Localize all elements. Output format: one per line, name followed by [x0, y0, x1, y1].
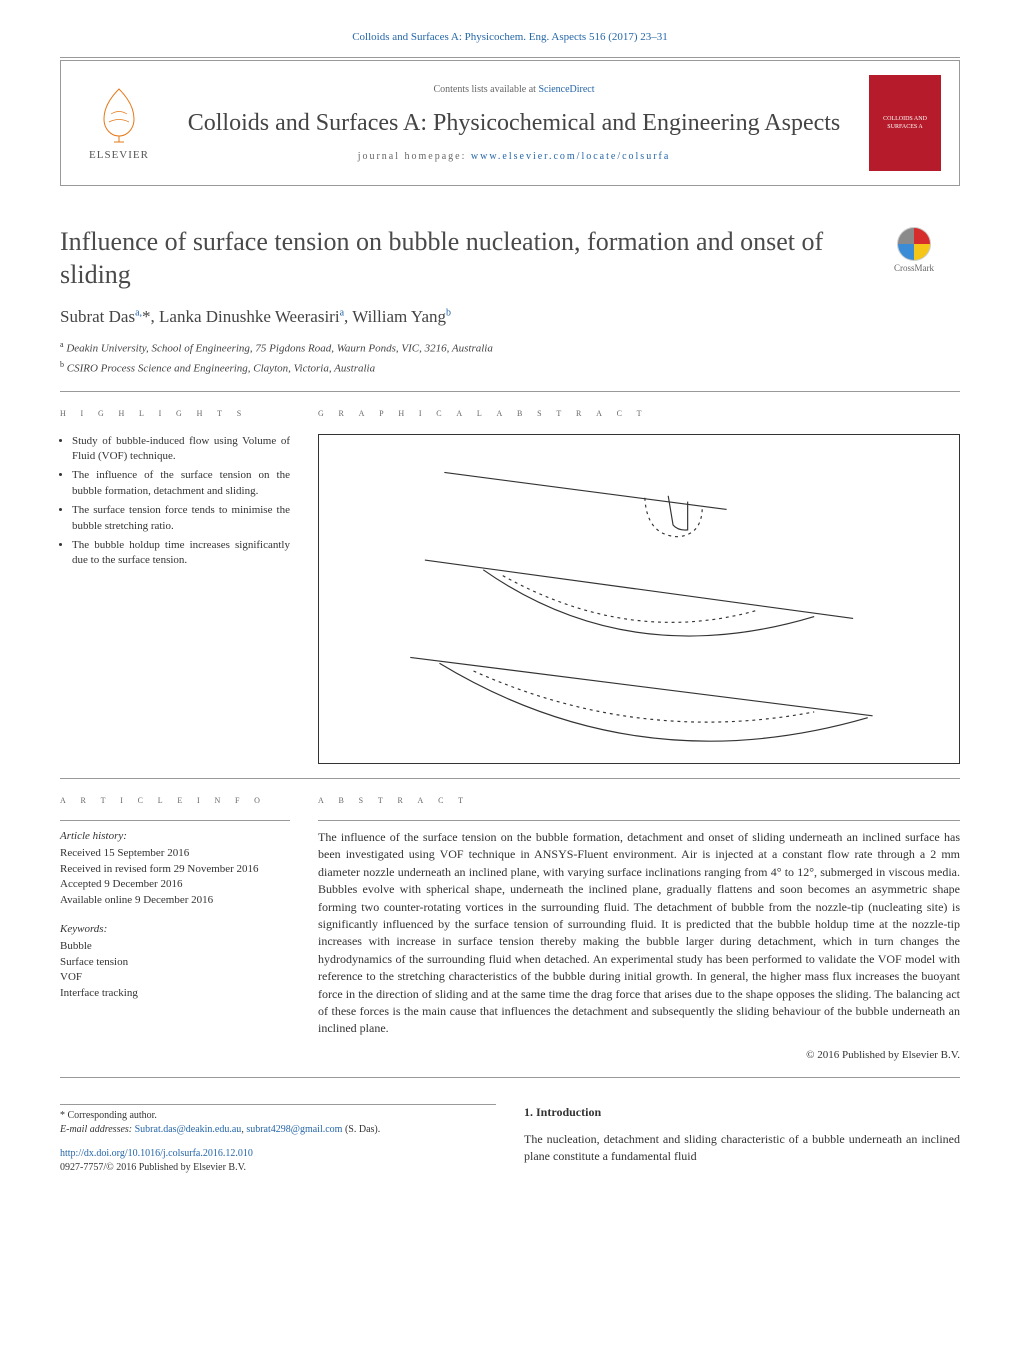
graphical-abstract-label: g r a p h i c a l a b s t r a c t: [318, 406, 960, 421]
issn-line: 0927-7757/© 2016 Published by Elsevier B…: [60, 1162, 246, 1173]
article-history: Article history: Received 15 September 2…: [60, 829, 290, 1001]
divider: [60, 1077, 960, 1078]
highlight-item: Study of bubble-induced flow using Volum…: [72, 434, 290, 465]
author-email-link-2[interactable]: subrat4298@gmail.com: [246, 1124, 342, 1135]
keyword: VOF: [60, 970, 290, 985]
corresponding-note: * Corresponding author.: [60, 1109, 496, 1123]
publisher-name: ELSEVIER: [89, 148, 149, 163]
abstract-label: a b s t r a c t: [318, 793, 960, 808]
highlight-item: The bubble holdup time increases signifi…: [72, 538, 290, 569]
doi-block: http://dx.doi.org/10.1016/j.colsurfa.201…: [60, 1147, 496, 1175]
contents-available: Contents lists available at ScienceDirec…: [175, 83, 853, 97]
journal-homepage: journal homepage: www.elsevier.com/locat…: [175, 150, 853, 164]
elsevier-logo: ELSEVIER: [79, 78, 159, 168]
divider: [60, 820, 290, 821]
elsevier-tree-icon: [89, 84, 149, 144]
intro-text: The nucleation, detachment and sliding c…: [524, 1131, 960, 1165]
crossmark-icon: [896, 226, 932, 262]
email-suffix: (S. Das).: [342, 1124, 380, 1135]
journal-header: ELSEVIER Contents lists available at Sci…: [60, 60, 960, 186]
author-email-link[interactable]: Subrat.das@deakin.edu.au: [135, 1124, 242, 1135]
top-rule: [60, 57, 960, 58]
doi-link[interactable]: http://dx.doi.org/10.1016/j.colsurfa.201…: [60, 1148, 253, 1159]
article-title: Influence of surface tension on bubble n…: [60, 226, 868, 291]
highlights-list: Study of bubble-induced flow using Volum…: [60, 434, 290, 569]
sciencedirect-link[interactable]: ScienceDirect: [538, 84, 594, 95]
highlights-label: h i g h l i g h t s: [60, 406, 290, 421]
homepage-link[interactable]: www.elsevier.com/locate/colsurfa: [471, 151, 670, 162]
author-list: Subrat Dasa,*, Lanka Dinushke Weerasiria…: [60, 305, 960, 329]
keyword: Surface tension: [60, 955, 290, 970]
received-date: Received 15 September 2016: [60, 846, 290, 861]
keyword: Bubble: [60, 939, 290, 954]
crossmark-badge[interactable]: CrossMark: [868, 226, 960, 275]
copyright: © 2016 Published by Elsevier B.V.: [318, 1048, 960, 1063]
corresponding-footer: * Corresponding author. E-mail addresses…: [60, 1104, 496, 1137]
homepage-prefix: journal homepage:: [358, 151, 471, 162]
keyword: Interface tracking: [60, 986, 290, 1001]
keywords-label: Keywords:: [60, 922, 290, 937]
article-info-label: a r t i c l e i n f o: [60, 793, 290, 808]
highlight-item: The influence of the surface tension on …: [72, 468, 290, 499]
bubble-sketch-icon: [337, 453, 941, 745]
running-citation: Colloids and Surfaces A: Physicochem. En…: [60, 30, 960, 45]
intro-heading: 1. Introduction: [524, 1104, 960, 1121]
journal-cover-thumbnail: COLLOIDS AND SURFACES A: [869, 75, 941, 171]
graphical-abstract: [318, 434, 960, 764]
history-label: Article history:: [60, 829, 290, 844]
online-date: Available online 9 December 2016: [60, 893, 290, 908]
highlight-item: The surface tension force tends to minim…: [72, 503, 290, 534]
divider: [60, 391, 960, 392]
divider: [318, 820, 960, 821]
abstract-text: The influence of the surface tension on …: [318, 829, 960, 1038]
contents-prefix: Contents lists available at: [433, 84, 538, 95]
revised-date: Received in revised form 29 November 201…: [60, 862, 290, 877]
divider: [60, 778, 960, 779]
email-label: E-mail addresses:: [60, 1124, 135, 1135]
affiliation: a Deakin University, School of Engineeri…: [60, 339, 960, 357]
journal-title: Colloids and Surfaces A: Physicochemical…: [175, 109, 853, 138]
affiliation: b CSIRO Process Science and Engineering,…: [60, 359, 960, 377]
accepted-date: Accepted 9 December 2016: [60, 877, 290, 892]
crossmark-label: CrossMark: [894, 262, 934, 275]
